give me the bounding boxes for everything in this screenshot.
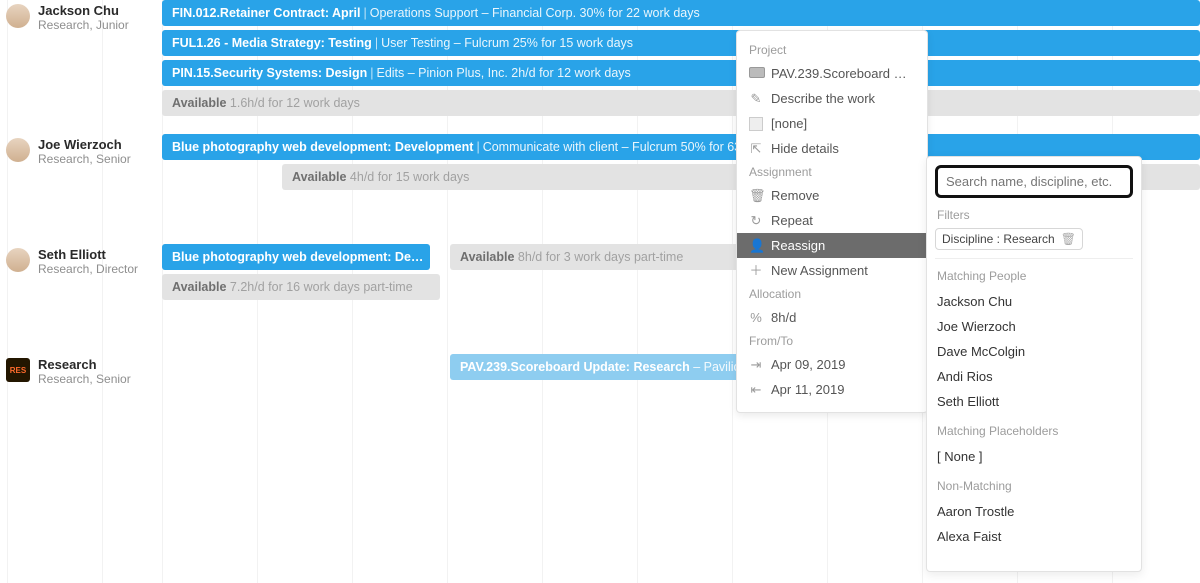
person-icon: 👤 [749,239,763,252]
date-start-icon: ⇥ [749,358,763,371]
filters-label: Filters [937,208,1131,222]
context-hide-details[interactable]: ⇱ Hide details [737,136,927,161]
context-date-to[interactable]: ⇤ Apr 11, 2019 [737,377,927,402]
reassign-panel: Filters Discipline : Research 🗑 Matching… [926,156,1142,572]
non-matching-label: Non-Matching [937,479,1131,493]
avatar [6,4,30,28]
row-header: Jackson Chu Research, Junior [0,0,162,36]
available-bar[interactable]: Available 8h/d for 3 work days part-time [450,244,742,270]
person-role: Research, Senior [38,372,131,386]
row-header: Seth Elliott Research, Director [0,244,162,280]
context-section-fromto: From/To [737,330,927,352]
matching-people-label: Matching People [937,269,1131,283]
matching-placeholders-label: Matching Placeholders [937,424,1131,438]
available-bar[interactable]: Available 7.2h/d for 16 work days part-t… [162,274,440,300]
repeat-icon: ↻ [749,214,763,227]
plus-icon: ＋ [749,264,763,277]
pencil-icon: ✎ [749,92,763,105]
context-reassign[interactable]: 👤 Reassign [737,233,927,258]
assignment-bar[interactable]: FIN.012.Retainer Contract: April|Operati… [162,0,1200,26]
person-role: Research, Senior [38,152,131,166]
project-icon [749,67,763,80]
assignment-bar[interactable]: Blue photography web development: De… [162,244,430,270]
person-name: Jackson Chu [38,4,129,18]
person-role: Research, Director [38,262,138,276]
person-role: Research, Junior [38,18,129,32]
matching-people-list: Jackson Chu Joe Wierzoch Dave McColgin A… [935,289,1133,414]
schedule-row: Jackson Chu Research, Junior FIN.012.Ret… [0,0,1200,120]
context-section-assignment: Assignment [737,161,927,183]
context-date-from[interactable]: ⇥ Apr 09, 2019 [737,352,927,377]
percent-icon: % [749,311,763,324]
collapse-icon: ⇱ [749,142,763,155]
assignment-bar[interactable]: PIN.15.Security Systems: Design|Edits – … [162,60,1200,86]
person-option[interactable]: Alexa Faist [935,524,1133,549]
schedule-lane: FIN.012.Retainer Contract: April|Operati… [162,0,1200,120]
date-end-icon: ⇤ [749,383,763,396]
person-option[interactable]: Jackson Chu [935,289,1133,314]
placeholder-option[interactable]: [ None ] [935,444,1133,469]
context-repeat[interactable]: ↻ Repeat [737,208,927,233]
context-allocation[interactable]: % 8h/d [737,305,927,330]
context-remove[interactable]: 🗑 Remove [737,183,927,208]
color-swatch-icon [749,116,763,131]
row-header: Joe Wierzoch Research, Senior [0,134,162,170]
person-option[interactable]: Aaron Trostle [935,499,1133,524]
person-option[interactable]: Joe Wierzoch [935,314,1133,339]
avatar [6,138,30,162]
assignment-bar[interactable]: FUL1.26 - Media Strategy: Testing|User T… [162,30,1200,56]
remove-filter-icon[interactable]: 🗑 [1061,232,1076,246]
context-menu: Project PAV.239.Scoreboard Updat… ✎ Desc… [736,30,928,413]
person-name: Joe Wierzoch [38,138,131,152]
row-header: RES Research Research, Senior [0,354,162,390]
context-section-allocation: Allocation [737,283,927,305]
person-option[interactable]: Seth Elliott [935,389,1133,414]
reassign-search-input[interactable] [935,165,1133,198]
person-option[interactable]: Andi Rios [935,364,1133,389]
avatar: RES [6,358,30,382]
context-new-assignment[interactable]: ＋ New Assignment [737,258,927,283]
person-option[interactable]: Dave McColgin [935,339,1133,364]
avatar [6,248,30,272]
filter-chip[interactable]: Discipline : Research 🗑 [935,228,1083,250]
context-project-name[interactable]: PAV.239.Scoreboard Updat… [737,61,927,86]
available-bar[interactable]: Available 1.6h/d for 12 work days [162,90,1200,116]
person-name: Research [38,358,131,372]
person-name: Seth Elliott [38,248,138,262]
context-describe[interactable]: ✎ Describe the work [737,86,927,111]
context-section-project: Project [737,39,927,61]
trash-icon: 🗑 [749,189,763,202]
context-tag[interactable]: [none] [737,111,927,136]
